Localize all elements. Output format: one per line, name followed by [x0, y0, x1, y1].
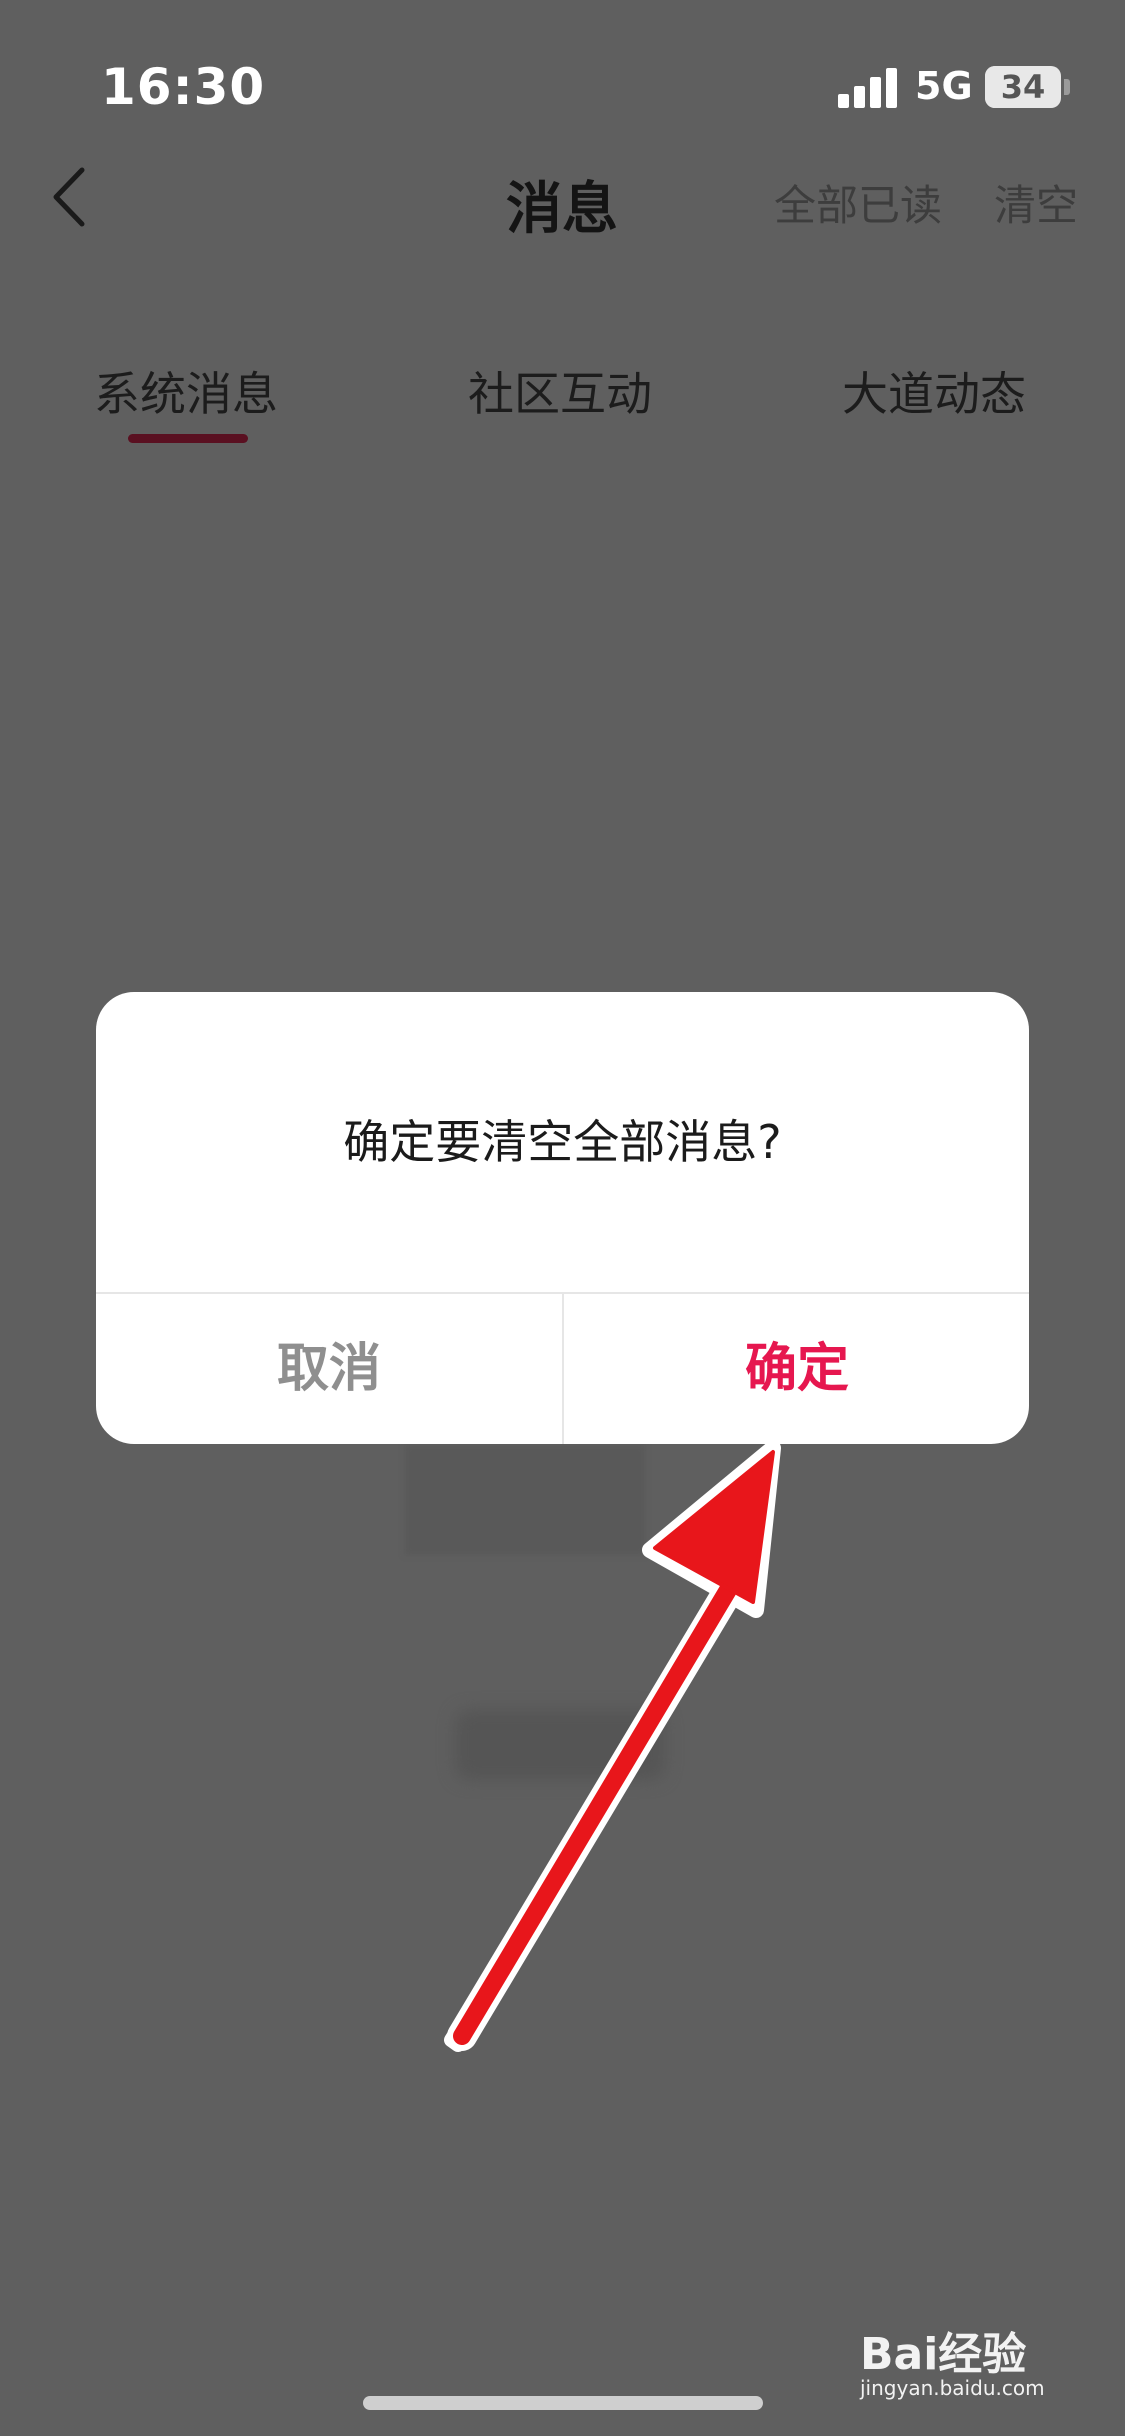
watermark-logo: Bai经验 — [860, 2329, 1027, 2380]
watermark-site: jingyan.baidu.com — [860, 2376, 1045, 2400]
red-arrow-annotation — [444, 1440, 781, 2052]
arrow-shaft — [453, 1581, 737, 2045]
home-indicator[interactable] — [363, 2396, 763, 2410]
baidu-watermark: Bai经验 jingyan.baidu.com — [860, 2318, 1100, 2400]
